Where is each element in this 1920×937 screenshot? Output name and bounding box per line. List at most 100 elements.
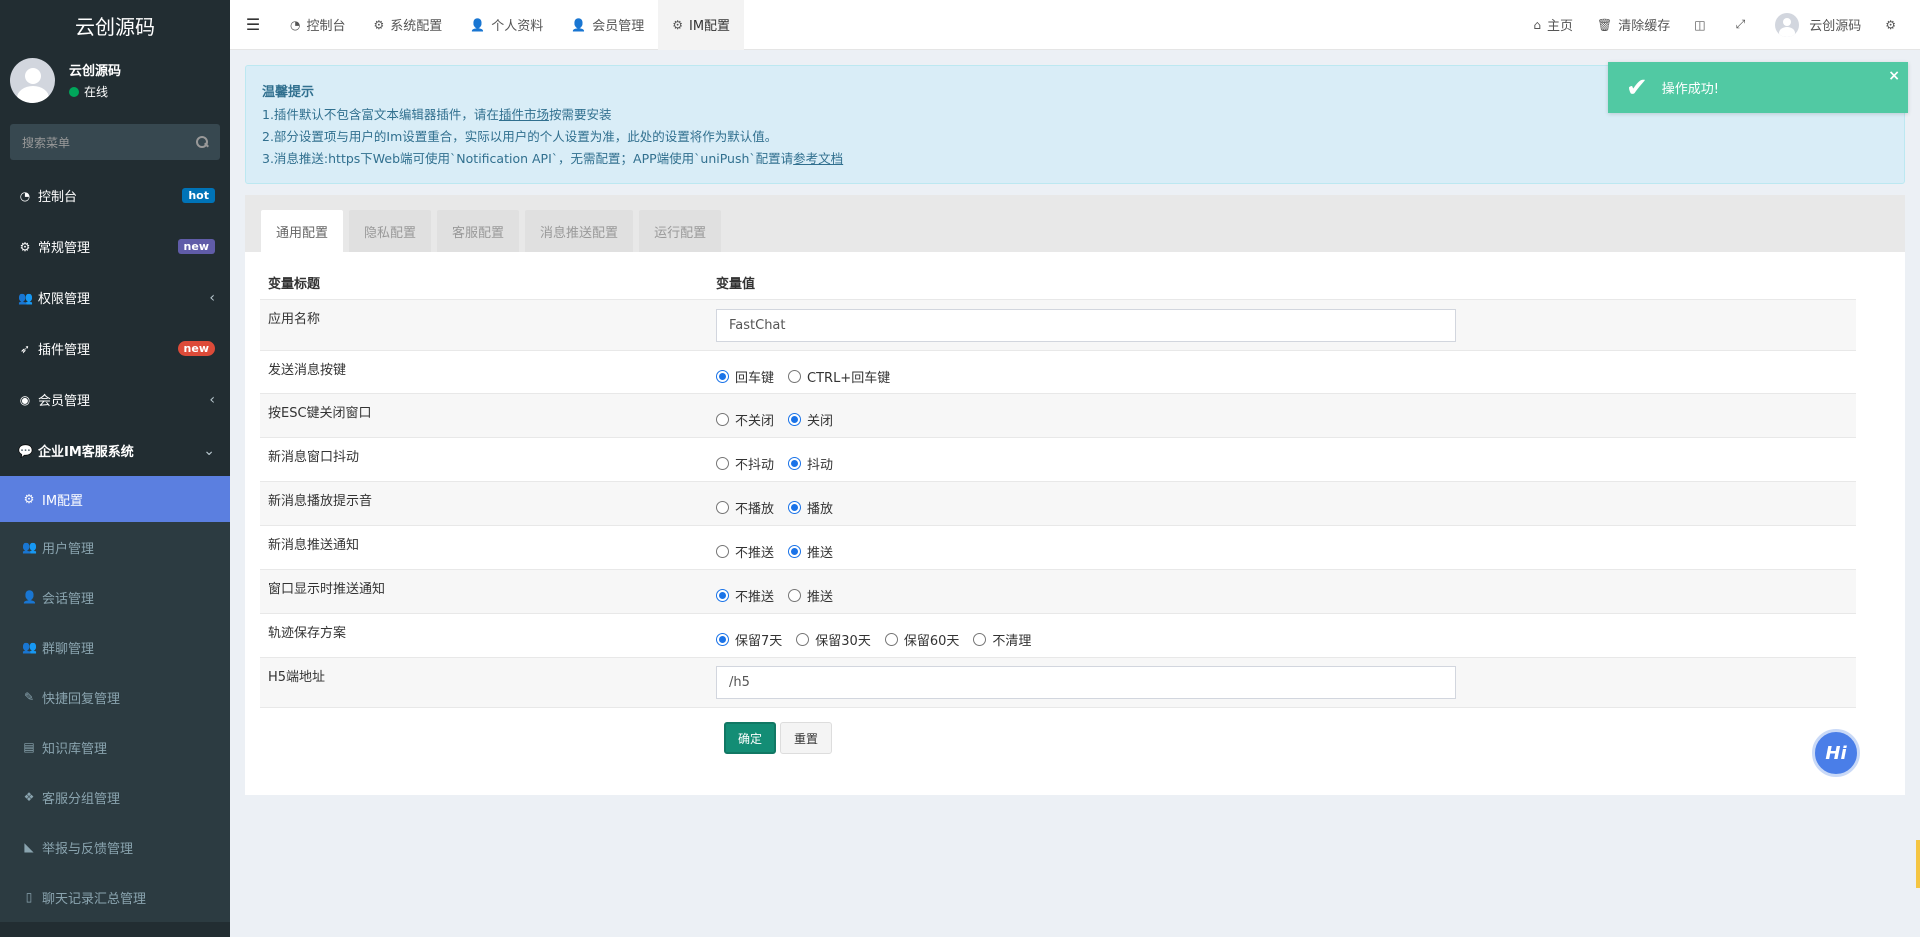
file-icon: ▯ bbox=[25, 890, 33, 904]
app-name-input[interactable]: FastChat bbox=[716, 308, 1456, 342]
config-table: 变量标题 变量值 应用名称 FastChat 发送消息按键 回车键 CTRL+回… bbox=[260, 265, 1856, 708]
tab-push-config[interactable]: 消息推送配置 bbox=[525, 210, 634, 252]
radio-close[interactable]: 关闭 bbox=[788, 410, 833, 429]
user-menu-name: 云创源码 bbox=[1809, 19, 1862, 34]
home-label: 主页 bbox=[1547, 19, 1574, 34]
plugin-market-link[interactable]: 插件市场 bbox=[499, 107, 549, 122]
radio-no-close[interactable]: 不关闭 bbox=[716, 410, 774, 429]
row-label: 新消息推送通知 bbox=[268, 538, 360, 553]
radio-label: 不关闭 bbox=[735, 414, 775, 429]
sidebar-item-users[interactable]: 👥 用户管理 bbox=[0, 522, 230, 572]
new-badge: new bbox=[177, 239, 215, 254]
menu-toggle-icon[interactable]: ☰ bbox=[230, 0, 276, 50]
chat-hi-button[interactable]: Hi bbox=[1812, 729, 1860, 777]
table-row: 窗口显示时推送通知 不推送 推送 bbox=[260, 569, 1856, 613]
sidebar-item-general[interactable]: ⚙ 常规管理 new bbox=[0, 221, 230, 272]
sidebar-item-members[interactable]: ◉ 会员管理 ‹ bbox=[0, 374, 230, 425]
sidebar-item-label: 客服分组管理 bbox=[42, 791, 121, 807]
sidebar-item-label: 知识库管理 bbox=[42, 741, 108, 757]
dashboard-icon: ◔ bbox=[290, 17, 301, 32]
language-button[interactable]: ◫ bbox=[1682, 18, 1723, 32]
tab-label: IM配置 bbox=[688, 19, 731, 34]
search-icon[interactable] bbox=[196, 136, 208, 148]
radio-window-push[interactable]: 推送 bbox=[788, 586, 833, 605]
fullscreen-button[interactable]: ⤢ bbox=[1724, 17, 1764, 32]
sidebar-item-auth[interactable]: 👥 权限管理 ‹ bbox=[0, 272, 230, 323]
chevron-left-icon: ‹ bbox=[209, 289, 215, 306]
reset-button[interactable]: 重置 bbox=[780, 722, 832, 754]
radio-ctrl-enter[interactable]: CTRL+回车键 bbox=[788, 367, 890, 386]
cogs-icon: ⚙ bbox=[1885, 17, 1896, 32]
radio-push[interactable]: 推送 bbox=[788, 542, 833, 561]
sidebar-item-dashboard[interactable]: ◔ 控制台 hot bbox=[0, 170, 230, 221]
sidebar-search-placeholder: 搜索菜单 bbox=[22, 135, 71, 150]
sidebar-item-im-config[interactable]: ⚙ IM配置 bbox=[0, 476, 230, 522]
table-row: 新消息播放提示音 不播放 播放 bbox=[260, 481, 1856, 525]
radio-checked-icon bbox=[716, 633, 729, 646]
sidebar-item-chat-records[interactable]: ▯ 聊天记录汇总管理 bbox=[0, 872, 230, 922]
tab-cs-config[interactable]: 客服配置 bbox=[437, 210, 520, 252]
table-header-row: 变量标题 变量值 bbox=[260, 265, 1856, 299]
radio-label: 不播放 bbox=[735, 502, 775, 517]
user-avatar bbox=[10, 57, 55, 103]
radio-unchecked-icon bbox=[716, 457, 729, 470]
tab-system-config[interactable]: ⚙ 系统配置 bbox=[360, 0, 457, 50]
user-icon: 👤 bbox=[22, 590, 37, 604]
tab-dashboard[interactable]: ◔ 控制台 bbox=[276, 0, 360, 50]
tab-runtime-config[interactable]: 运行配置 bbox=[639, 210, 722, 252]
edge-handle[interactable] bbox=[1916, 840, 1920, 888]
table-row: 按ESC键关闭窗口 不关闭 关闭 bbox=[260, 393, 1856, 437]
clear-cache-button[interactable]: 🗑 清除缓存 bbox=[1585, 15, 1682, 35]
radio-checked-icon bbox=[788, 457, 802, 470]
radio-label: 不推送 bbox=[735, 590, 775, 605]
sidebar-item-groups[interactable]: 👥 群聊管理 bbox=[0, 622, 230, 672]
table-row: H5端地址 /h5 bbox=[260, 657, 1856, 708]
radio-label: 不推送 bbox=[735, 546, 775, 561]
home-link[interactable]: ⌂ 主页 bbox=[1521, 15, 1585, 35]
radio-unchecked-icon bbox=[884, 633, 898, 646]
language-icon: ◫ bbox=[1694, 17, 1706, 32]
reference-docs-link[interactable]: 参考文档 bbox=[793, 151, 843, 166]
tab-members[interactable]: 👤 会员管理 bbox=[557, 0, 658, 50]
radio-keep-60[interactable]: 保留60天 bbox=[884, 630, 959, 649]
radio-no-sound[interactable]: 不播放 bbox=[716, 498, 774, 517]
sidebar-item-label: 群聊管理 bbox=[42, 641, 95, 657]
radio-no-shake[interactable]: 不抖动 bbox=[716, 454, 774, 473]
tab-general-config[interactable]: 通用配置 bbox=[261, 210, 344, 252]
tab-im-config[interactable]: ⚙ IM配置 bbox=[658, 0, 745, 50]
radio-no-clean[interactable]: 不清理 bbox=[973, 630, 1031, 649]
dashboard-icon: ◔ bbox=[19, 188, 31, 203]
radio-sound[interactable]: 播放 bbox=[788, 498, 833, 517]
sidebar-item-quick-reply[interactable]: ✎ 快捷回复管理 bbox=[0, 672, 230, 722]
settings-button[interactable]: ⚙ bbox=[1873, 18, 1914, 32]
sidebar-item-label: 聊天记录汇总管理 bbox=[42, 891, 147, 907]
sidebar-logo[interactable]: 云创源码 bbox=[0, 0, 230, 50]
radio-window-no-push[interactable]: 不推送 bbox=[716, 586, 774, 605]
radio-keep-30[interactable]: 保留30天 bbox=[796, 630, 871, 649]
form-buttons: 确定 重置 bbox=[724, 722, 832, 754]
comment-icon: 💬 bbox=[18, 443, 33, 458]
tab-privacy-config[interactable]: 隐私配置 bbox=[349, 210, 432, 252]
radio-checked-icon bbox=[788, 545, 802, 558]
radio-shake[interactable]: 抖动 bbox=[788, 454, 833, 473]
radio-enter[interactable]: 回车键 bbox=[716, 367, 774, 386]
chevron-down-icon: ⌄ bbox=[203, 442, 215, 459]
radio-keep-7[interactable]: 保留7天 bbox=[716, 630, 782, 649]
sidebar-search-input[interactable]: 搜索菜单 bbox=[10, 124, 220, 160]
sidebar-item-reports[interactable]: ◣ 举报与反馈管理 bbox=[0, 822, 230, 872]
confirm-button[interactable]: 确定 bbox=[724, 722, 776, 754]
sidebar-item-sessions[interactable]: 👤 会话管理 bbox=[0, 572, 230, 622]
sidebar-item-plugins[interactable]: ➶ 插件管理 new bbox=[0, 323, 230, 374]
close-icon[interactable]: × bbox=[1888, 68, 1900, 84]
tab-profile[interactable]: 👤 个人资料 bbox=[456, 0, 557, 50]
user-menu[interactable]: 云创源码 bbox=[1763, 12, 1873, 37]
radio-unchecked-icon bbox=[788, 369, 802, 383]
sidebar-item-knowledge[interactable]: ▤ 知识库管理 bbox=[0, 722, 230, 772]
radio-no-push[interactable]: 不推送 bbox=[716, 542, 774, 561]
h5-url-input[interactable]: /h5 bbox=[716, 666, 1456, 699]
sidebar-item-im-system[interactable]: 💬 企业IM客服系统 ⌄ bbox=[0, 425, 230, 476]
sidebar-item-cs-groups[interactable]: ❖ 客服分组管理 bbox=[0, 772, 230, 822]
radio-unchecked-icon bbox=[716, 413, 729, 426]
row-label: 应用名称 bbox=[268, 312, 321, 327]
row-label: 新消息窗口抖动 bbox=[268, 450, 360, 465]
